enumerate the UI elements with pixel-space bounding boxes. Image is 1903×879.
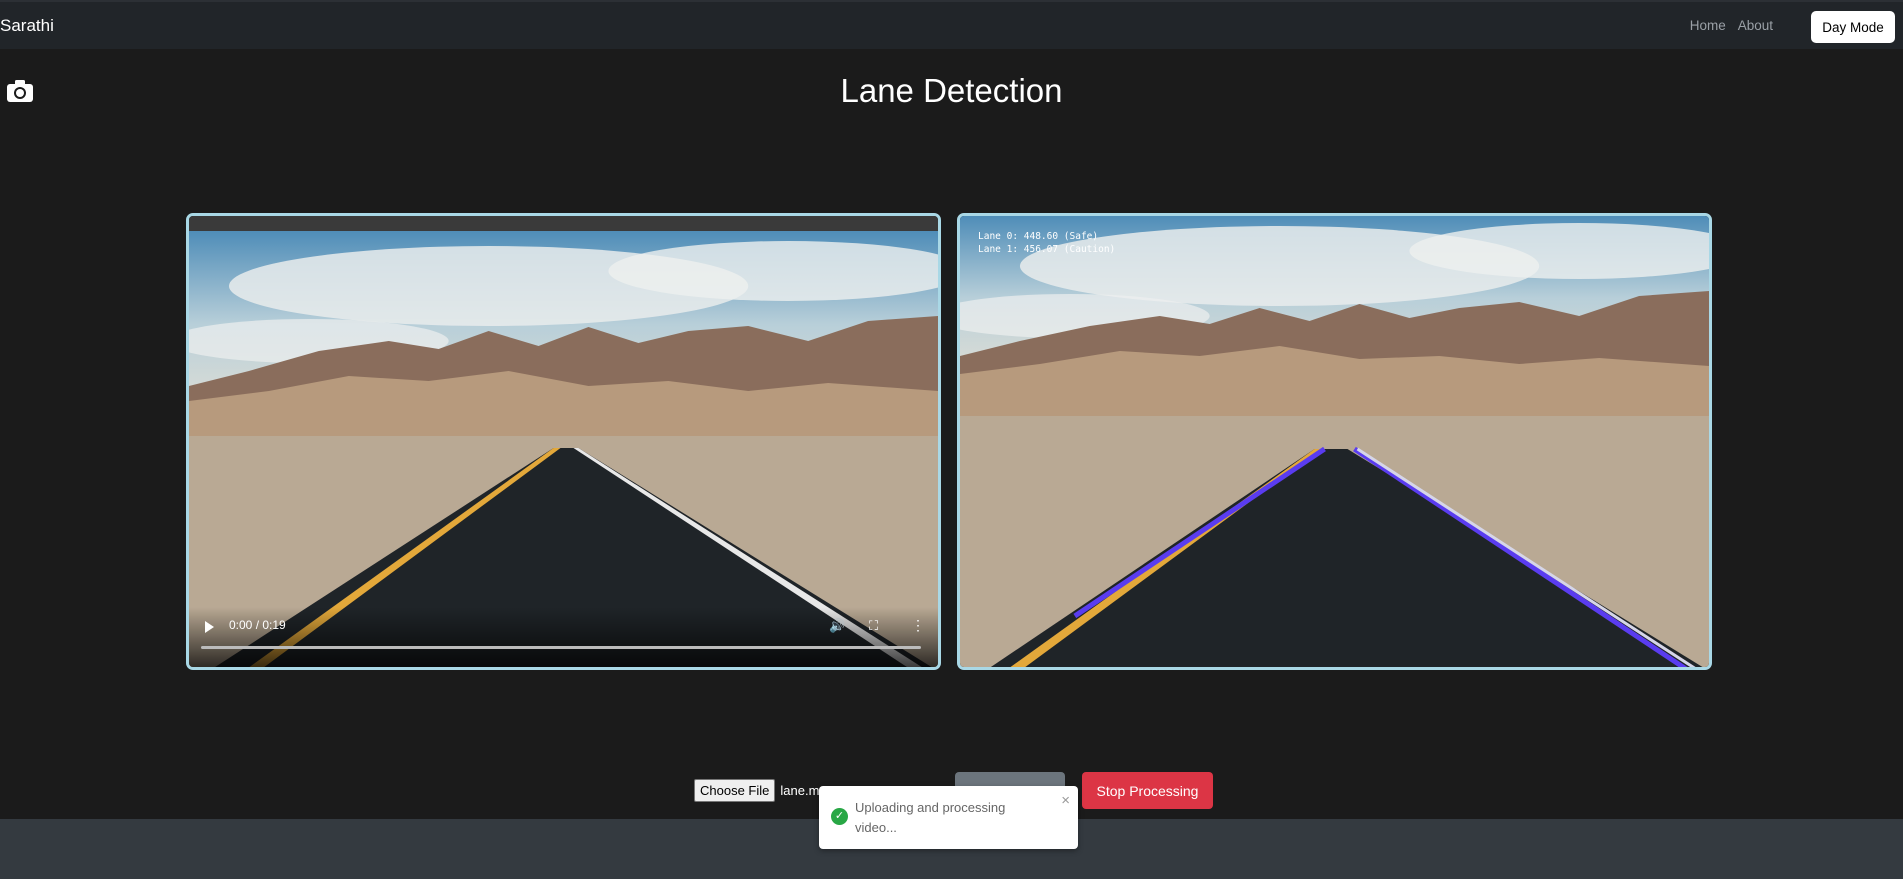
volume-icon[interactable]: 🔊 — [829, 618, 845, 634]
play-icon[interactable] — [205, 621, 214, 633]
lane-detection-result-image — [960, 216, 1709, 667]
navbar: Sarathi Home About Day Mode — [0, 0, 1903, 49]
check-circle-icon: ✓ — [831, 808, 848, 825]
lane-1-info: Lane 1: 456.07 (Caution) — [978, 244, 1116, 255]
road-scene-image — [189, 231, 938, 667]
upload-toast: ✓ Uploading and processing video... × — [819, 786, 1078, 849]
video-controls: 0:00 / 0:19 🔊 ⛶ ⋮ — [189, 607, 938, 667]
close-icon[interactable]: × — [1061, 792, 1070, 809]
selected-file-name: lane.m — [780, 783, 820, 798]
toast-message: Uploading and processing video... — [855, 800, 1006, 835]
video-time: 0:00 / 0:19 — [229, 618, 286, 632]
day-mode-button[interactable]: Day Mode — [1811, 11, 1895, 43]
brand-logo[interactable]: Sarathi — [0, 16, 54, 36]
video-top-bar — [189, 216, 938, 231]
video-progress-bar[interactable] — [201, 646, 921, 649]
processed-video-output: Lane 0: 448.60 (Safe) Lane 1: 456.07 (Ca… — [957, 213, 1712, 670]
fullscreen-icon[interactable]: ⛶ — [869, 618, 878, 634]
choose-file-button[interactable]: Choose File — [694, 779, 776, 802]
lane-0-info: Lane 0: 448.60 (Safe) — [978, 231, 1099, 242]
page-title: Lane Detection — [840, 72, 1063, 109]
lane-info-overlay: Lane 0: 448.60 (Safe) Lane 1: 456.07 (Ca… — [978, 230, 1115, 256]
stop-processing-button[interactable]: Stop Processing — [1082, 772, 1213, 809]
nav-home-link[interactable]: Home — [1690, 18, 1726, 33]
nav-about-link[interactable]: About — [1738, 18, 1773, 33]
more-options-icon[interactable]: ⋮ — [911, 617, 925, 634]
nav-links: Home About — [1690, 18, 1773, 33]
file-input-row: Choose File lane.m — [694, 779, 819, 802]
input-video-player[interactable]: 0:00 / 0:19 🔊 ⛶ ⋮ — [186, 213, 941, 670]
